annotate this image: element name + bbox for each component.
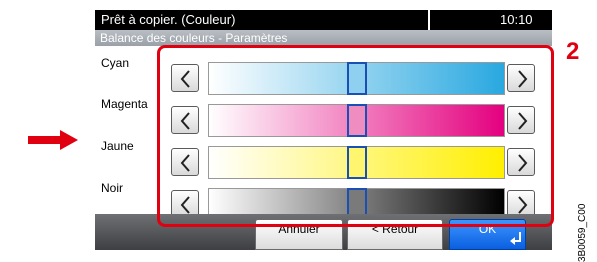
- row-label-magenta: Magenta: [101, 97, 148, 111]
- status-message: Prêt à copier. (Couleur): [101, 12, 236, 27]
- enter-icon: [510, 232, 521, 245]
- figure-code: 3B0059_C00: [577, 203, 588, 262]
- status-time: 10:10: [500, 12, 533, 27]
- status-bar: Prêt à copier. (Couleur) 10:10: [95, 10, 552, 30]
- callout-number: 2: [566, 38, 580, 65]
- callout-highlight-box: [157, 45, 554, 227]
- screen-subtitle: Balance des couleurs - Paramètres: [100, 31, 288, 45]
- screen-subtitle-bar: Balance des couleurs - Paramètres: [95, 30, 552, 46]
- pointer-arrow-icon: [28, 130, 78, 155]
- row-label-jaune: Jaune: [101, 139, 134, 153]
- row-label-cyan: Cyan: [101, 56, 130, 70]
- status-divider: [428, 10, 430, 30]
- row-label-noir: Noir: [101, 181, 124, 195]
